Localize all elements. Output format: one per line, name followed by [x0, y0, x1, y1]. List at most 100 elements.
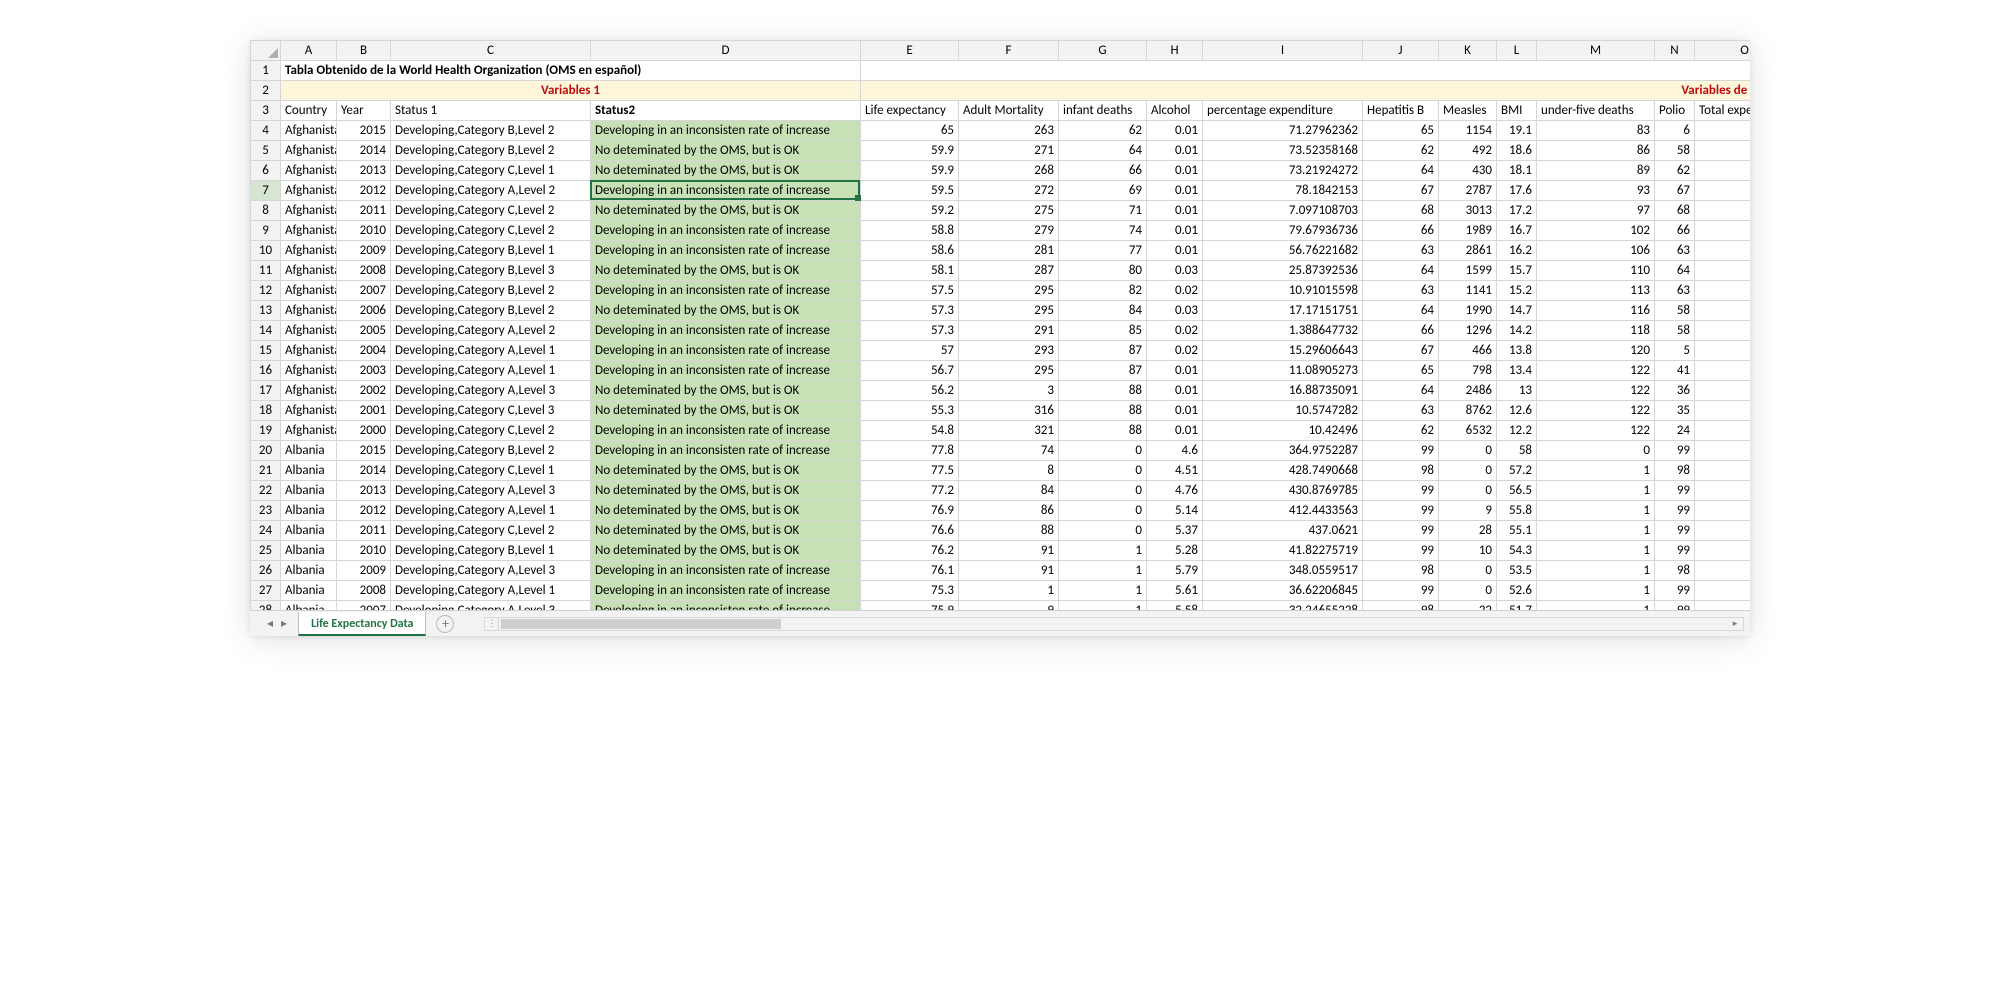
row-header[interactable]: 15: [251, 341, 281, 361]
cell[interactable]: 99: [1655, 541, 1695, 561]
cell[interactable]: 1: [1537, 601, 1655, 611]
cell[interactable]: Albania: [281, 561, 337, 581]
cell[interactable]: 19.1: [1497, 121, 1537, 141]
column-header[interactable]: J: [1363, 41, 1439, 61]
row-header[interactable]: 20: [251, 441, 281, 461]
cell[interactable]: Albania: [281, 441, 337, 461]
cell[interactable]: 5: [1695, 481, 1751, 501]
cell[interactable]: 62: [1059, 121, 1147, 141]
cell[interactable]: Afghanista: [281, 361, 337, 381]
cell[interactable]: 1: [1537, 521, 1655, 541]
cell[interactable]: 8762: [1439, 401, 1497, 421]
cell[interactable]: 1154: [1439, 121, 1497, 141]
column-header[interactable]: I: [1203, 41, 1363, 61]
cell[interactable]: 7: [1695, 301, 1751, 321]
cell[interactable]: 64: [1059, 141, 1147, 161]
cell[interactable]: 4.51: [1147, 461, 1203, 481]
cell[interactable]: 0: [1537, 441, 1655, 461]
cell[interactable]: 84: [1059, 301, 1147, 321]
cell[interactable]: 88: [959, 521, 1059, 541]
cell[interactable]: Developing,Category C,Level 2: [391, 421, 591, 441]
cell[interactable]: 13.8: [1497, 341, 1537, 361]
row-header[interactable]: 22: [251, 481, 281, 501]
row-header[interactable]: 7: [251, 181, 281, 201]
row-header[interactable]: 1: [251, 61, 281, 81]
column-header[interactable]: N: [1655, 41, 1695, 61]
cell[interactable]: 77: [1059, 241, 1147, 261]
cell[interactable]: 12.6: [1497, 401, 1537, 421]
cell[interactable]: 91: [959, 561, 1059, 581]
cell[interactable]: 57.3: [861, 321, 959, 341]
cell[interactable]: 57.2: [1497, 461, 1537, 481]
cell[interactable]: 0: [1059, 481, 1147, 501]
cell[interactable]: No deteminated by the OMS, but is OK: [591, 481, 861, 501]
cell[interactable]: 65: [861, 121, 959, 141]
cell[interactable]: No deteminated by the OMS, but is OK: [591, 501, 861, 521]
cell[interactable]: 0.01: [1147, 361, 1203, 381]
cell[interactable]: Developing,Category A,Level 1: [391, 501, 591, 521]
cell[interactable]: Albania: [281, 581, 337, 601]
cell[interactable]: 86: [1537, 141, 1655, 161]
cell[interactable]: 2012: [337, 181, 391, 201]
cell[interactable]: 25.87392536: [1203, 261, 1363, 281]
cell[interactable]: 88: [1059, 381, 1147, 401]
cell[interactable]: 98: [1655, 461, 1695, 481]
cell[interactable]: 22: [1439, 601, 1497, 611]
cell[interactable]: No deteminated by the OMS, but is OK: [591, 401, 861, 421]
cell[interactable]: 77.8: [861, 441, 959, 461]
cell[interactable]: 2010: [337, 541, 391, 561]
cell[interactable]: 1: [1537, 581, 1655, 601]
cell[interactable]: 2003: [337, 361, 391, 381]
row-header[interactable]: 24: [251, 521, 281, 541]
cell[interactable]: 77.5: [861, 461, 959, 481]
cell[interactable]: 5: [1695, 541, 1751, 561]
cell[interactable]: Developing,Category B,Level 2: [391, 441, 591, 461]
cell[interactable]: 75.9: [861, 601, 959, 611]
cell[interactable]: 268: [959, 161, 1059, 181]
cell[interactable]: 73.21924272: [1203, 161, 1363, 181]
cell[interactable]: 10.42496: [1203, 421, 1363, 441]
cell[interactable]: Afghanista: [281, 381, 337, 401]
cell[interactable]: 291: [959, 321, 1059, 341]
cell[interactable]: 68: [1363, 201, 1439, 221]
cell[interactable]: Developing in an inconsisten rate of inc…: [591, 421, 861, 441]
column-header[interactable]: C: [391, 41, 591, 61]
cell[interactable]: Afghanista: [281, 221, 337, 241]
cell[interactable]: 57: [861, 341, 959, 361]
cell[interactable]: [1695, 321, 1751, 341]
cell[interactable]: 5: [1695, 501, 1751, 521]
cell[interactable]: 1: [1537, 481, 1655, 501]
cell[interactable]: 99: [1655, 601, 1695, 611]
cell[interactable]: Developing,Category A,Level 3: [391, 381, 591, 401]
cell[interactable]: 86: [959, 501, 1059, 521]
cell[interactable]: 76.9: [861, 501, 959, 521]
cell[interactable]: 64: [1363, 261, 1439, 281]
cell[interactable]: 0: [1439, 441, 1497, 461]
cell[interactable]: 66: [1655, 221, 1695, 241]
cell[interactable]: 2000: [337, 421, 391, 441]
cell[interactable]: 1: [1537, 461, 1655, 481]
cell[interactable]: 4.76: [1147, 481, 1203, 501]
cell[interactable]: 0.01: [1147, 241, 1203, 261]
row-header[interactable]: 12: [251, 281, 281, 301]
cell[interactable]: 437.0621: [1203, 521, 1363, 541]
cell[interactable]: Developing in an inconsisten rate of inc…: [591, 181, 861, 201]
cell[interactable]: 0.01: [1147, 401, 1203, 421]
cell[interactable]: 8: [1695, 361, 1751, 381]
cell[interactable]: Developing in an inconsisten rate of inc…: [591, 281, 861, 301]
column-header[interactable]: M: [1537, 41, 1655, 61]
cell[interactable]: 53.5: [1497, 561, 1537, 581]
cell[interactable]: 2004: [337, 341, 391, 361]
scrollbar-thumb[interactable]: [501, 619, 781, 629]
cell[interactable]: 24: [1655, 421, 1695, 441]
cell[interactable]: 321: [959, 421, 1059, 441]
cell[interactable]: 41.82275719: [1203, 541, 1363, 561]
cell[interactable]: 5: [1695, 521, 1751, 541]
cell[interactable]: 58.1: [861, 261, 959, 281]
cell[interactable]: 2008: [337, 581, 391, 601]
cell[interactable]: 0.02: [1147, 281, 1203, 301]
cell[interactable]: 82: [1059, 281, 1147, 301]
row-header[interactable]: 23: [251, 501, 281, 521]
cell[interactable]: 66: [1059, 161, 1147, 181]
cell[interactable]: 2009: [337, 241, 391, 261]
